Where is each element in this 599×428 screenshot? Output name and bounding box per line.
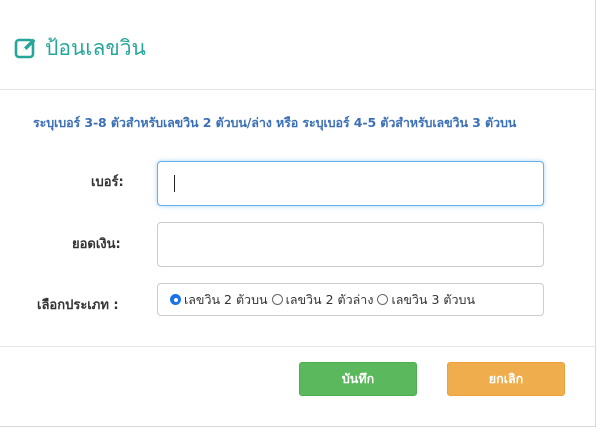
- modal-header: ป้อนเลขวิน: [0, 0, 596, 90]
- radio-item-2-top[interactable]: เลขวิน 2 ตัวบน: [170, 290, 268, 310]
- radio-label-2-top: เลขวิน 2 ตัวบน: [184, 291, 268, 307]
- hint-text: ระบุเบอร์ 3-8 ตัวสำหรับเลขวิน 2 ตัวบน/ล่…: [33, 115, 517, 130]
- amount-input[interactable]: [157, 222, 544, 267]
- radio-label-2-bottom: เลขวิน 2 ตัวล่าง: [285, 291, 374, 307]
- type-radio-group: เลขวิน 2 ตัวบน เลขวิน 2 ตัวล่าง เลขวิน 3…: [157, 283, 544, 316]
- radio-2-bottom[interactable]: [271, 294, 283, 305]
- cancel-button[interactable]: ยกเลิก: [447, 362, 565, 396]
- radio-label-3-top: เลขวิน 3 ตัวบน: [391, 291, 475, 307]
- number-label: เบอร์:: [91, 175, 124, 190]
- win-number-modal: ป้อนเลขวิน ระบุเบอร์ 3-8 ตัวสำหรับเลขวิน…: [0, 0, 596, 427]
- radio-2-top[interactable]: [170, 294, 181, 305]
- modal-title: ป้อนเลขวิน: [45, 36, 146, 60]
- type-label: เลือกประเภท :: [37, 298, 119, 313]
- number-input[interactable]: [157, 161, 544, 206]
- amount-label: ยอดเงิน:: [72, 237, 121, 252]
- text-caret: [174, 175, 175, 192]
- radio-3-top[interactable]: [377, 294, 389, 305]
- radio-item-3-top[interactable]: เลขวิน 3 ตัวบน: [377, 290, 475, 310]
- save-button[interactable]: บันทึก: [299, 362, 417, 396]
- edit-icon: [14, 38, 36, 59]
- radio-item-2-bottom[interactable]: เลขวิน 2 ตัวล่าง: [271, 290, 374, 310]
